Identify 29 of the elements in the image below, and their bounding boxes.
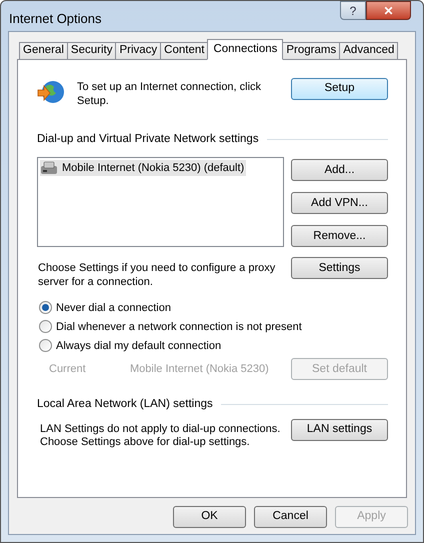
tab[interactable]: Security <box>66 42 116 60</box>
window-title: Internet Options <box>9 10 102 28</box>
setup-text: To set up an Internet connection, click Setup. <box>77 80 262 108</box>
action-button[interactable]: Remove... <box>291 225 388 248</box>
radio-option[interactable]: Dial whenever a network connection is not present <box>39 320 302 334</box>
tab[interactable]: Advanced <box>339 42 398 60</box>
action-button[interactable]: Add... <box>291 159 388 182</box>
settings-button[interactable]: Settings <box>291 257 388 280</box>
radio-option[interactable]: Never dial a connection <box>39 301 171 314</box>
current-value: Mobile Internet (Nokia 5230) <box>130 362 269 377</box>
connection-item[interactable]: Mobile Internet (Nokia 5230) (default) <box>40 160 246 176</box>
tab[interactable]: Content <box>160 42 208 60</box>
radio-option[interactable]: Always dial my default connection <box>39 339 222 352</box>
tab[interactable]: Connections <box>207 39 284 60</box>
tab[interactable]: Privacy <box>115 42 162 60</box>
tab[interactable]: Programs <box>282 42 340 60</box>
device-icon <box>40 161 58 176</box>
proxy-text: Choose Settings if you need to configure a proxy server for a connection. <box>38 261 276 290</box>
lan-settings-button[interactable]: LAN settings <box>291 418 388 440</box>
lan-text: LAN Settings do not apply to dial-up connections. Choose Settings above for dial-up settings. <box>40 422 282 448</box>
section-heading: Local Area Network (LAN) settings <box>37 397 213 412</box>
help-button[interactable]: ? <box>340 1 366 20</box>
dialog-button[interactable]: Cancel <box>254 506 327 528</box>
action-button[interactable]: Add VPN... <box>291 192 388 214</box>
tab[interactable]: General <box>19 42 68 60</box>
current-label: Current <box>49 362 87 377</box>
section-heading: Dial-up and Virtual Private Network settings <box>37 132 259 147</box>
setup-button[interactable]: Setup <box>291 78 388 100</box>
dialog-button[interactable]: OK <box>173 506 246 528</box>
